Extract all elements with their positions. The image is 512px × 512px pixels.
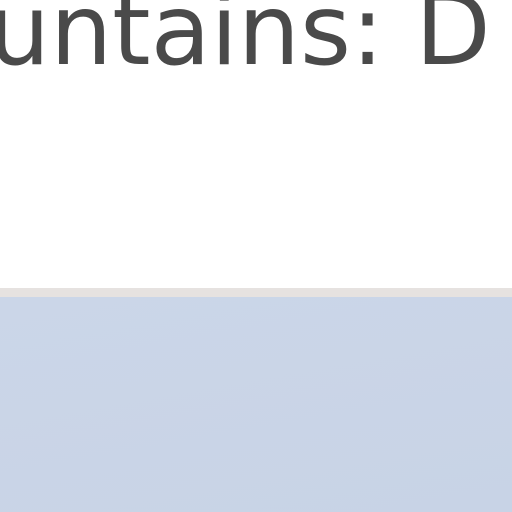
content-panel: [0, 297, 512, 512]
header-area: ountains: D: [0, 0, 512, 288]
divider: [0, 288, 512, 297]
page-title: ountains: D: [0, 0, 491, 88]
